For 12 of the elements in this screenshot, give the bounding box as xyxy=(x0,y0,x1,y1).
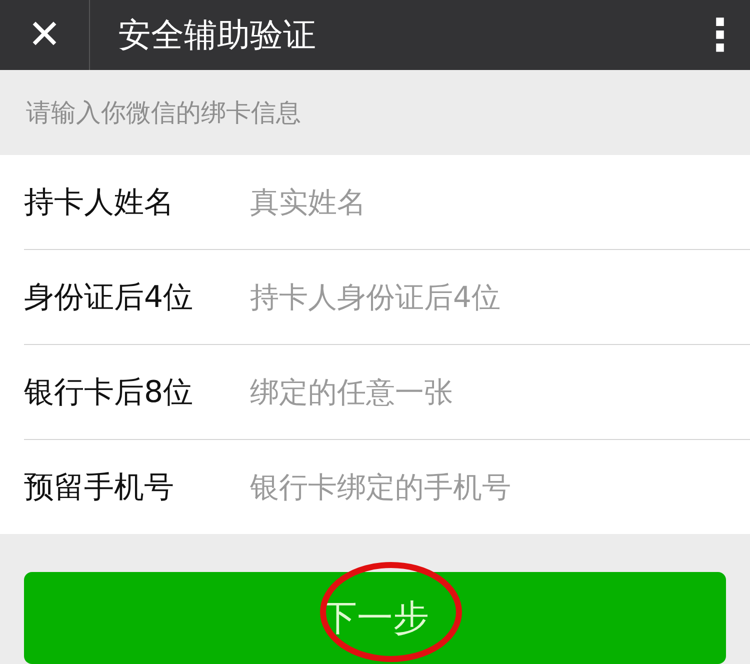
field-label: 银行卡后8位 xyxy=(24,374,194,412)
close-button[interactable]: ✕ xyxy=(0,0,90,70)
input-field[interactable]: 真实姓名 xyxy=(250,172,750,232)
input-field[interactable]: 绑定的任意一张 xyxy=(250,362,750,422)
window-title: 安全辅助验证 xyxy=(117,14,317,56)
hint-text: 请输入你微信的绑卡信息 xyxy=(26,97,301,129)
input-field[interactable]: 银行卡绑定的手机号 xyxy=(250,457,750,517)
input-field[interactable]: 持卡人身份证后4位 xyxy=(250,267,750,327)
field-label: 身份证后4位 xyxy=(24,278,194,316)
more-button[interactable]: ⋮ xyxy=(690,0,750,70)
field-label: 预留手机号 xyxy=(24,468,175,506)
field-label: 持卡人姓名 xyxy=(24,184,175,222)
